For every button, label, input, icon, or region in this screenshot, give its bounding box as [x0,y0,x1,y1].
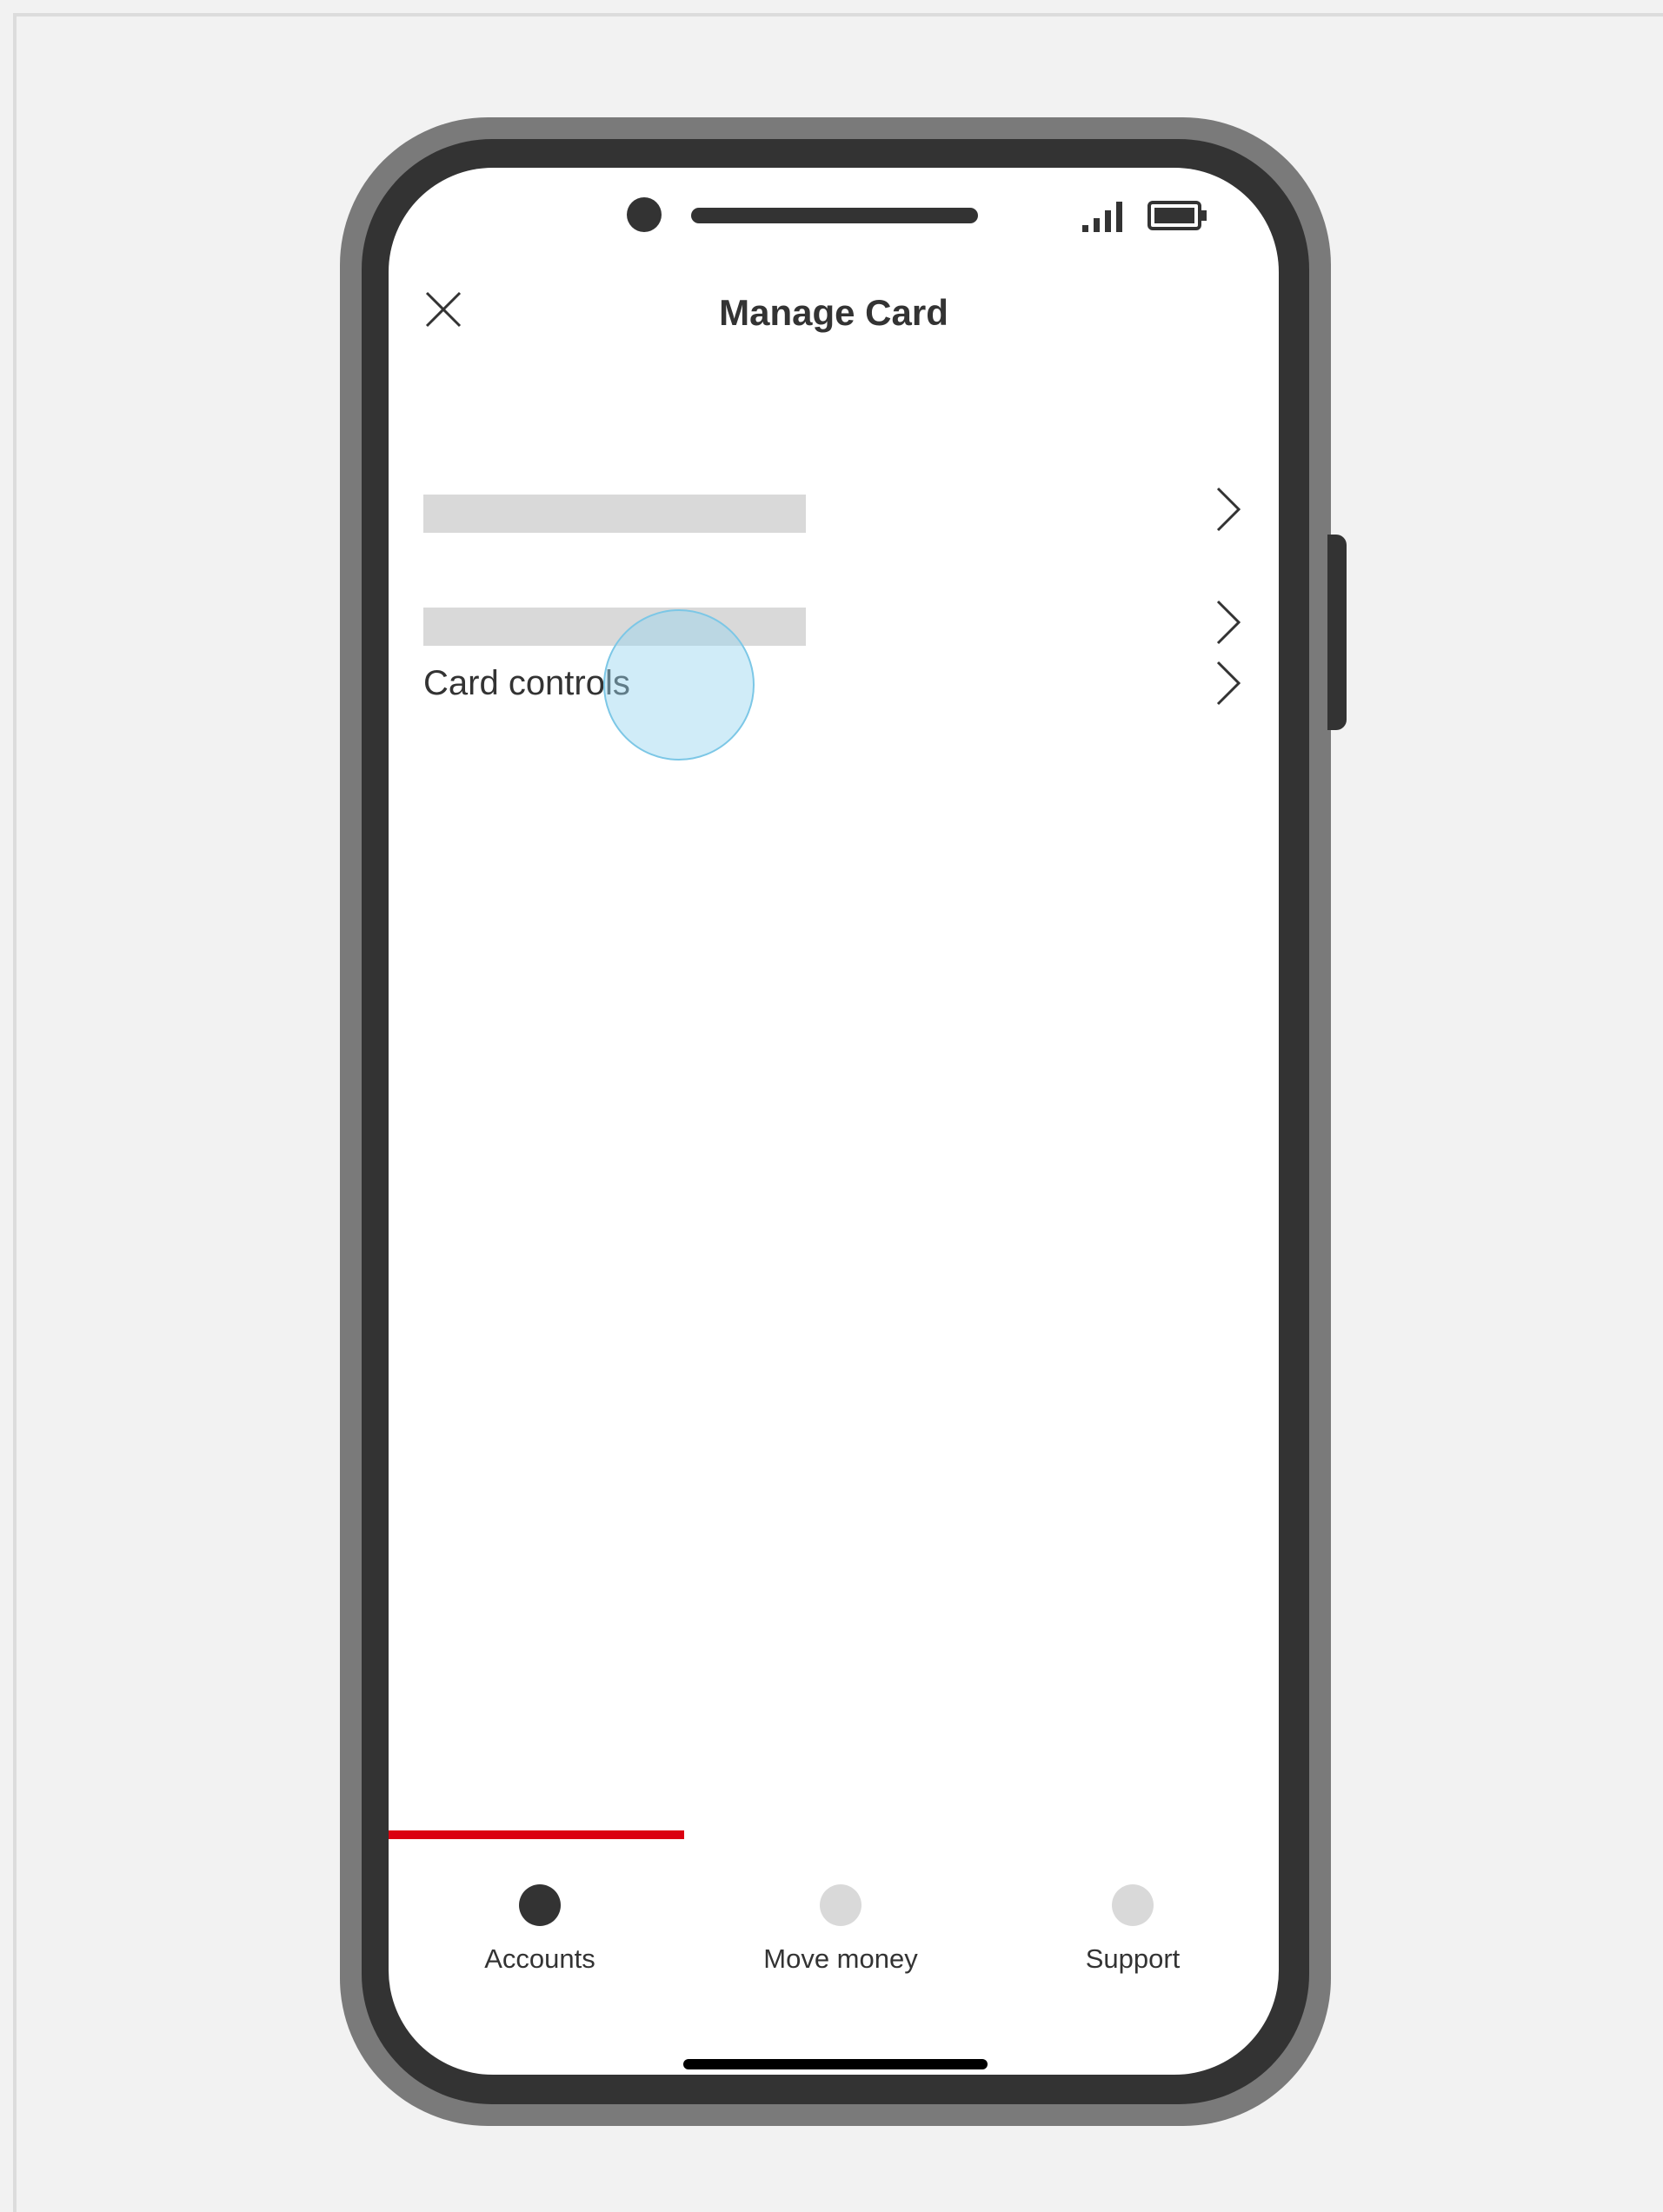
battery-icon [1147,201,1207,230]
phone-screen: Manage Card Card controls Accounts Move … [389,168,1279,2075]
touch-indicator [603,609,755,761]
nav-label: Support [1085,1943,1181,1974]
nav-item-accounts[interactable]: Accounts [401,1884,679,1989]
accounts-icon [519,1884,561,1926]
nav-active-indicator [389,1830,684,1839]
page-title: Manage Card [719,292,948,333]
chevron-right-icon [1216,487,1241,532]
menu-item-placeholder-1[interactable] [423,470,1244,548]
earpiece-speaker [691,208,978,223]
home-indicator[interactable] [683,2059,988,2069]
chevron-right-icon [1216,600,1241,645]
front-camera [627,197,662,232]
phone-side-button [1327,535,1347,730]
signal-icon [1082,202,1122,232]
menu-item-card-controls[interactable]: Card controls [423,644,1244,722]
nav-item-move-money[interactable]: Move money [702,1884,980,1989]
move-money-icon [820,1884,861,1926]
nav-item-support[interactable]: Support [994,1884,1272,1989]
menu-item-label: Card controls [423,664,630,702]
support-icon [1112,1884,1154,1926]
text-placeholder [423,608,806,646]
chevron-right-icon [1216,661,1241,706]
nav-label: Accounts [484,1943,595,1974]
nav-label: Move money [763,1943,918,1974]
text-placeholder [423,495,806,533]
